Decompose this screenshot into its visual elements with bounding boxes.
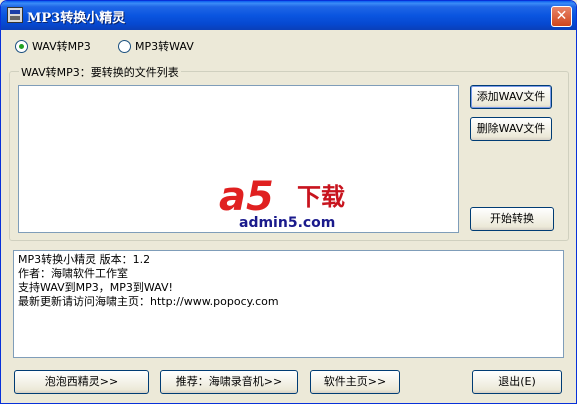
radio-mp3-to-wav[interactable]: MP3转WAV [118,38,194,54]
exit-button[interactable]: 退出(E) [472,370,562,394]
watermark-url: admin5.com [239,215,336,231]
homepage-button[interactable]: 软件主页>> [310,370,400,394]
info-textbox[interactable]: MP3转换小精灵 版本：1.2 作者：海啸软件工作室 支持WAV到MP3，MP3… [13,250,564,358]
info-line: 支持WAV到MP3，MP3到WAV! [18,281,173,294]
app-icon[interactable] [7,7,23,23]
add-wav-button[interactable]: 添加WAV文件 [470,85,552,109]
radio-wav-to-mp3[interactable]: WAV转MP3 [15,38,91,54]
delete-wav-button[interactable]: 删除WAV文件 [470,117,552,141]
info-line: 作者：海啸软件工作室 [18,267,128,280]
window-title: MP3转换小精灵 [27,11,126,26]
title-bar[interactable]: MP3转换小精灵 ✕ [1,1,576,30]
watermark-logo: a5 下载 admin5.com [219,177,359,233]
watermark-a5: a5 [219,174,274,220]
radio-dot-selected[interactable] [15,39,28,53]
info-line: MP3转换小精灵 版本：1.2 [18,253,151,266]
info-line: 最新更新请访问海啸主页：http://www.popocy.com [18,295,279,308]
radio-label: MP3转WAV [135,40,194,53]
radio-label: WAV转MP3 [32,40,91,53]
radio-dot[interactable] [118,39,131,53]
start-convert-button[interactable]: 开始转换 [470,207,554,231]
file-list-legend: WAV转MP3：要转换的文件列表 [19,64,181,80]
main-window: MP3转换小精灵 ✕ WAV转MP3 MP3转WAV WAV转MP3：要转换的文… [0,0,577,404]
recommend-recorder-button[interactable]: 推荐：海啸录音机>> [160,370,298,394]
watermark-download-text: 下载 [297,183,345,211]
close-button[interactable]: ✕ [551,6,572,27]
paopao-button[interactable]: 泡泡西精灵>> [14,370,149,394]
